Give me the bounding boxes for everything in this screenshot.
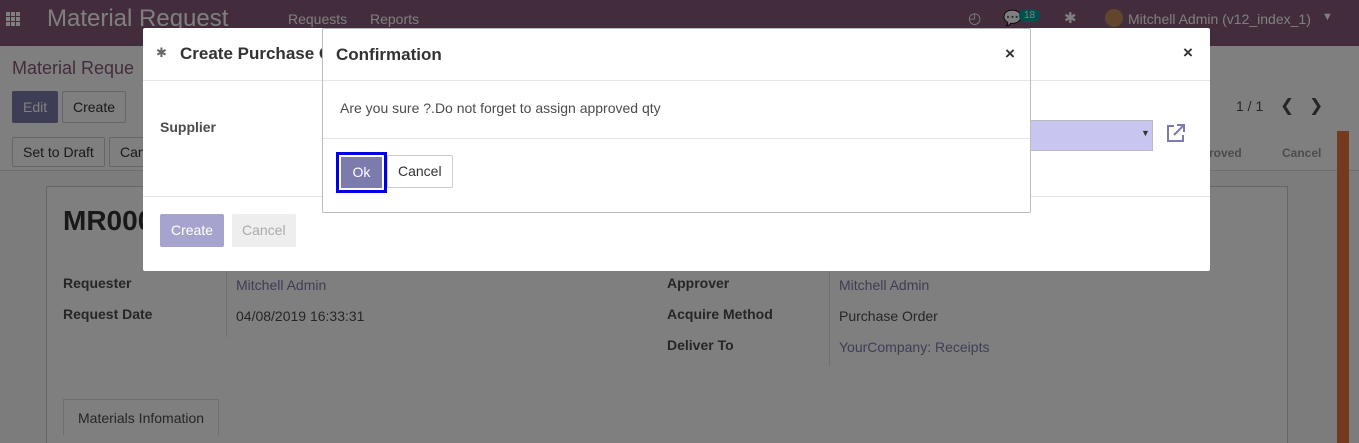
ok-button-label[interactable]: Ok [341, 157, 382, 188]
close-icon[interactable]: × [1005, 44, 1015, 64]
dialog-title: Create Purchase O [180, 44, 333, 63]
cancel-button[interactable]: Cancel [232, 214, 296, 247]
ok-button[interactable]: Ok [336, 152, 387, 193]
external-link-icon[interactable] [1165, 122, 1187, 144]
supplier-label: Supplier [160, 119, 217, 135]
close-icon[interactable]: × [1183, 43, 1193, 63]
confirmation-message: Are you sure ?.Do not forget to assign a… [340, 100, 661, 116]
cancel-button[interactable]: Cancel [387, 155, 453, 188]
debug-bug-icon: ✱ [156, 45, 167, 60]
chevron-down-icon[interactable]: ▼ [1141, 128, 1150, 138]
confirmation-dialog: Confirmation × Are you sure ?.Do not for… [322, 28, 1031, 213]
dialog-title: Confirmation [336, 45, 442, 64]
create-purchase-button[interactable]: Create [160, 214, 225, 247]
